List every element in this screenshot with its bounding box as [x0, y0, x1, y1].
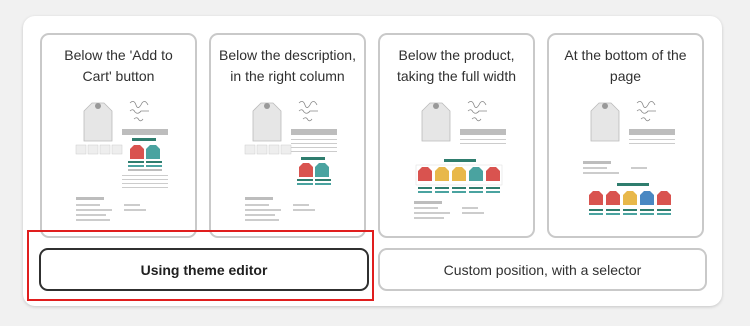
option-title: Below the 'Add to Cart' button: [64, 47, 173, 84]
option-card-below-product-full-width[interactable]: Below the product, taking the full width: [378, 33, 535, 238]
option-title: Below the description, in the right colu…: [219, 47, 356, 84]
option-card-bottom-of-page[interactable]: At the bottom of the page: [547, 33, 704, 238]
option-title: At the bottom of the page: [564, 47, 687, 84]
layout-preview-image: [244, 101, 337, 221]
option-card-below-description[interactable]: Below the description, in the right colu…: [209, 33, 366, 238]
option-card-below-add-to-cart[interactable]: Below the 'Add to Cart' button: [40, 33, 197, 238]
layout-preview-image: [414, 101, 506, 219]
button-label: Custom position, with a selector: [443, 261, 642, 278]
using-theme-editor-button[interactable]: Using theme editor: [39, 248, 369, 291]
layout-preview-image: [583, 101, 675, 215]
option-title: Below the product, taking the full width: [396, 47, 517, 84]
button-label: Using theme editor: [140, 261, 268, 278]
layout-preview-image: [75, 101, 168, 221]
custom-position-selector-button[interactable]: Custom position, with a selector: [378, 248, 707, 291]
